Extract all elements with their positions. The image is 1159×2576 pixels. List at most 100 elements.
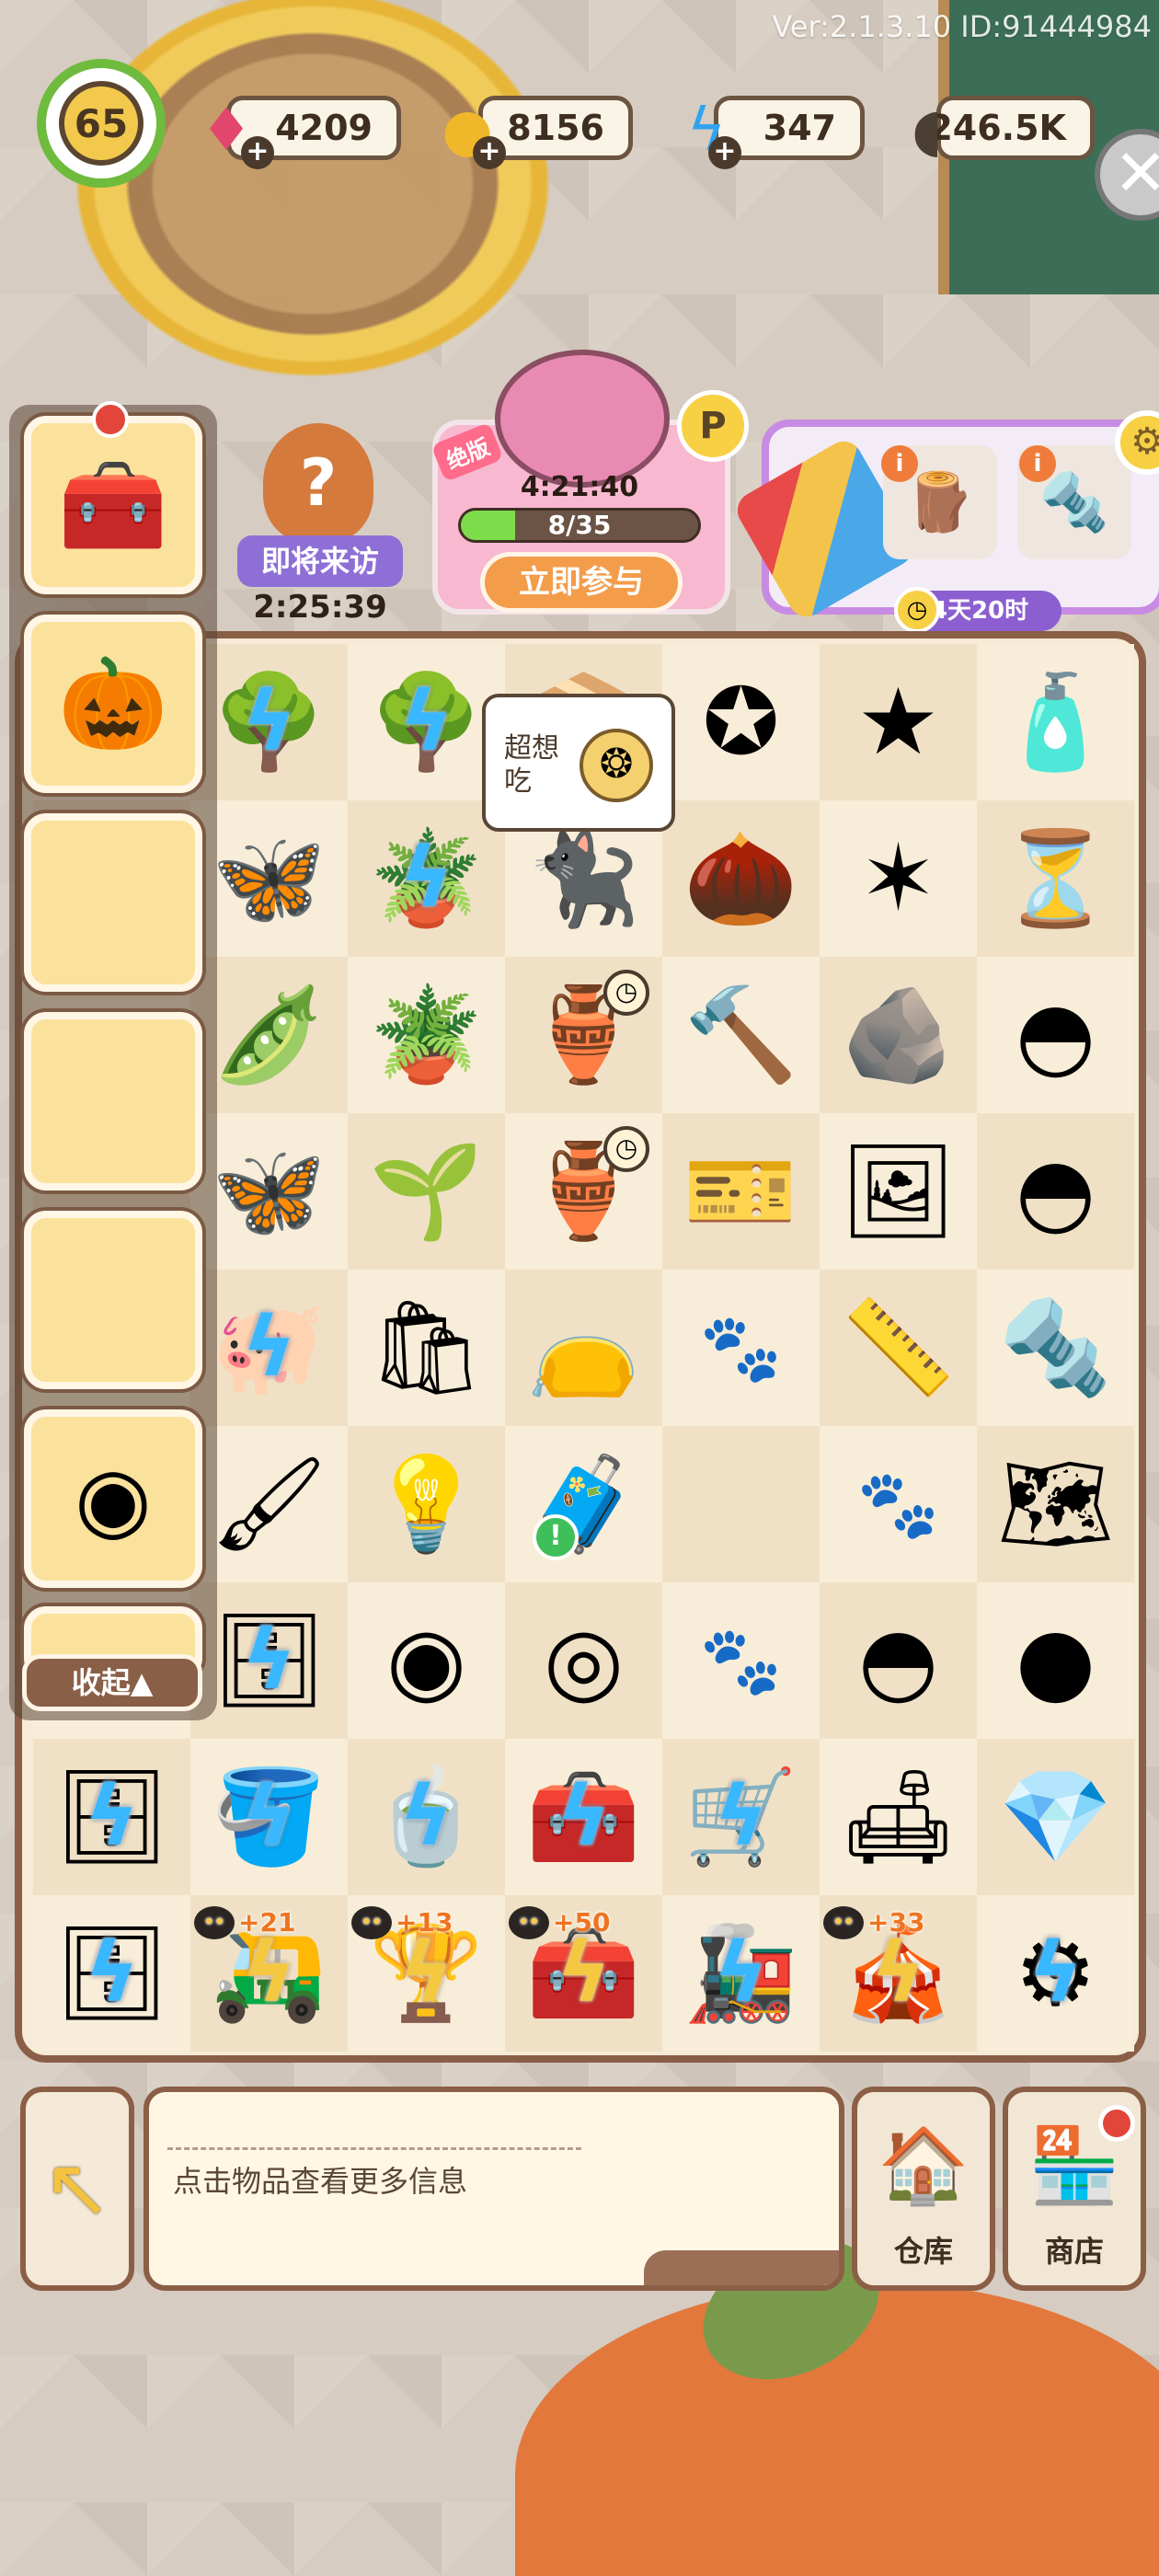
- event-progress-bar: 8/35: [458, 508, 701, 543]
- bonus-value: +21: [238, 1907, 296, 1938]
- board-item-blue-flower-bolt[interactable]: 🪴 ϟ: [348, 800, 505, 957]
- board-item-shelf-bolt[interactable]: 🗄 ϟ: [33, 1739, 190, 1895]
- gold-bolt-icon: ϟ: [398, 1925, 454, 2021]
- board-item-sand-balls-pair[interactable]: ◓: [977, 1113, 1134, 1270]
- sidebar-slot-pumpkin-lock[interactable]: 🎃: [24, 615, 202, 793]
- event-token-icon: P: [677, 390, 749, 462]
- gold-bolt-icon: ϟ: [870, 1925, 926, 2021]
- collapse-sidebar-button[interactable]: 收起▲: [22, 1654, 202, 1711]
- board-item-tickets[interactable]: 🎫: [662, 1113, 820, 1270]
- board-item-lamp[interactable]: 🛋: [820, 1739, 977, 1895]
- energy-bolt-icon: ϟ: [84, 1768, 140, 1865]
- board-item-blue-star-badge[interactable]: ✪: [662, 644, 820, 800]
- shop-label: 商店: [1044, 2234, 1104, 2269]
- board-item-chest-alert[interactable]: 🧳!: [505, 1426, 662, 1582]
- add-coins-button[interactable]: +: [473, 136, 506, 169]
- cat-face-icon: ••: [194, 1906, 235, 1939]
- board-item-planter-bolt[interactable]: 🪣 ϟ: [190, 1739, 348, 1895]
- gold-bolt-icon: ϟ: [556, 1925, 612, 2021]
- energy-bolt-icon: ϟ: [713, 1768, 769, 1865]
- board-item-toolbox-bolt[interactable]: 🧰 ϟ: [505, 1739, 662, 1895]
- sidebar-slot-empty[interactable]: [24, 1211, 202, 1389]
- board-item-vase-gold[interactable]: 🏆 ϟ •• +13: [348, 1895, 505, 2052]
- level-number: 65: [59, 81, 143, 166]
- board-item-cart-bolt[interactable]: 🛒 ϟ: [662, 1739, 820, 1895]
- board-item-machine-bolt[interactable]: ⚙ ϟ: [977, 1895, 1134, 2052]
- board-item-sand-ball[interactable]: ◓: [977, 957, 1134, 1113]
- board-item-spray-bottle[interactable]: 🧴: [977, 644, 1134, 800]
- cat-face-icon: ••: [351, 1906, 392, 1939]
- board-item-paw[interactable]: 🐾: [820, 1426, 977, 1582]
- black-cat-icon: 🐈‍⬛: [526, 824, 641, 932]
- board-item-blue-stars-pair[interactable]: ✶: [820, 800, 977, 957]
- blue-stars-pair-icon: ✶: [859, 824, 937, 932]
- tape-measure-icon: 📏: [841, 1294, 956, 1401]
- join-event-button[interactable]: 立即参与: [480, 552, 683, 613]
- board-item-photo[interactable]: 🖼: [820, 1113, 977, 1270]
- warehouse-button[interactable]: 🏠 仓库: [852, 2087, 995, 2291]
- hourglass-icon: ⏳: [998, 824, 1113, 932]
- info-icon[interactable]: i: [881, 445, 918, 482]
- board-item-lightbulb[interactable]: 💡: [348, 1426, 505, 1582]
- upcoming-visitor-icon[interactable]: ?: [263, 423, 373, 543]
- add-gems-button[interactable]: +: [241, 136, 274, 169]
- sidebar-slot-empty[interactable]: [24, 1012, 202, 1190]
- board-item-blue-stars[interactable]: ★: [820, 644, 977, 800]
- sidebar-slot-treasure-chest[interactable]: 🧰: [24, 416, 202, 594]
- sand-ball-icon: ◓: [1015, 981, 1096, 1088]
- board-item-pink-gem[interactable]: 💎: [977, 1739, 1134, 1895]
- sidebar-slot-film-reel[interactable]: ◉: [24, 1409, 202, 1588]
- acorns-icon: 🌰: [683, 824, 798, 932]
- board-item-blue-flower-pot[interactable]: 🪴: [348, 957, 505, 1113]
- energy-bolt-icon: ϟ: [398, 830, 454, 926]
- sprout-pot-icon: 🌱: [369, 1137, 484, 1245]
- energy-bolt-icon: ϟ: [713, 1925, 769, 2021]
- board-item-stand-gold[interactable]: 🎪 ϟ •• +33: [820, 1895, 977, 2052]
- board-item-cabinet-bolt[interactable]: 🗄 ϟ: [33, 1895, 190, 2052]
- board-item-flower-vase-cd[interactable]: 🏺 ◷: [505, 957, 662, 1113]
- energy-bolt-icon: ϟ: [398, 673, 454, 770]
- cat-face-icon: ••: [823, 1906, 864, 1939]
- board-item-train-bolt[interactable]: 🚂 ϟ: [662, 1895, 820, 2052]
- board-item-ore-rock[interactable]: 🪨: [820, 957, 977, 1113]
- board-item-film-reel[interactable]: ◉: [348, 1582, 505, 1739]
- version-label: Ver:2.1.3.10 ID:91444984: [772, 9, 1152, 44]
- bonus-value: +50: [553, 1907, 611, 1938]
- board-item-toolbox-gold[interactable]: 🧰 ϟ •• +50: [505, 1895, 662, 2052]
- screws-icon: 🔩: [998, 1294, 1113, 1401]
- visitor-countdown: 2:25:39: [253, 589, 387, 626]
- board-item-seed-bag[interactable]: 👝: [505, 1270, 662, 1426]
- lightbulb-icon: 💡: [369, 1450, 484, 1558]
- board-item-screws[interactable]: 🔩: [977, 1270, 1134, 1426]
- cat-speech-bubble: 超想吃 ❂: [482, 694, 675, 832]
- add-energy-button[interactable]: +: [708, 136, 741, 169]
- board-item-seed-bags[interactable]: 🛍: [348, 1270, 505, 1426]
- board-item-sprout-pot[interactable]: 🌱: [348, 1113, 505, 1270]
- board-item-acorns[interactable]: 🌰: [662, 800, 820, 957]
- board-item-sand-ball-large[interactable]: ●: [977, 1582, 1134, 1739]
- player-level-badge[interactable]: 65: [37, 59, 166, 188]
- board-item-film-reel-small[interactable]: ◎: [505, 1582, 662, 1739]
- board-item-hourglass[interactable]: ⏳: [977, 800, 1134, 957]
- sidebar-slot-empty[interactable]: [24, 813, 202, 992]
- board-item-blue-vase-cd[interactable]: 🏺 ◷: [505, 1113, 662, 1270]
- board-item-wagon-gold[interactable]: 🛺 ϟ •• +21: [190, 1895, 348, 2052]
- info-icon[interactable]: i: [1019, 445, 1056, 482]
- green-beans-icon: 🫛: [212, 981, 327, 1088]
- board-item-tape-measure[interactable]: 📏: [820, 1270, 977, 1426]
- butterfly-icon: 🦋: [212, 824, 327, 932]
- cat-face-icon: ••: [509, 1906, 549, 1939]
- board-item-paw[interactable]: 🐾: [662, 1582, 820, 1739]
- paw-print-icon: 🐾: [699, 1622, 783, 1699]
- board-item-pot-bolt[interactable]: 🍵 ϟ: [348, 1739, 505, 1895]
- board-item-hammer[interactable]: 🔨: [662, 957, 820, 1113]
- seed-bags-icon: 🛍: [368, 1294, 485, 1401]
- board-cell-empty[interactable]: [662, 1426, 820, 1582]
- board-item-map[interactable]: 🗺: [977, 1426, 1134, 1582]
- cat-bonus-tag: •• +33: [820, 1903, 934, 1943]
- board-item-sand-balls-three[interactable]: ◓: [820, 1582, 977, 1739]
- photo-icon: 🖼: [840, 1137, 957, 1245]
- board-item-paw[interactable]: 🐾: [662, 1270, 820, 1426]
- seed-bag-icon: 👝: [526, 1294, 641, 1401]
- back-arrow-icon[interactable]: ↖: [20, 2087, 134, 2291]
